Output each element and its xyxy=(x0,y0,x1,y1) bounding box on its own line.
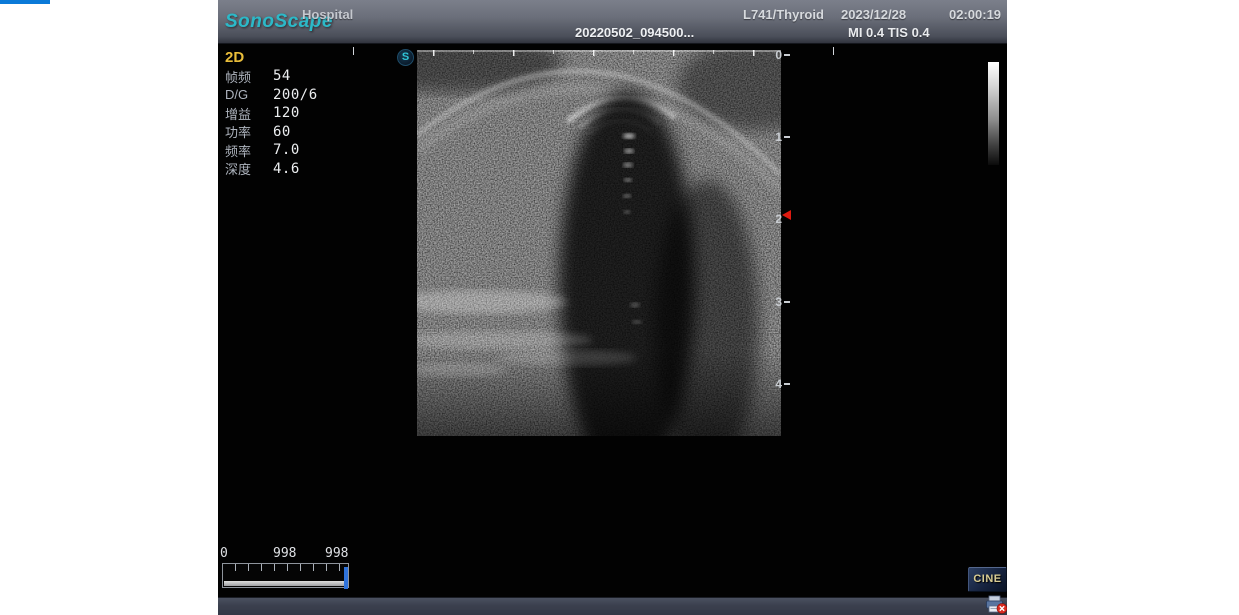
cine-progress-bar[interactable] xyxy=(224,581,345,586)
depth-label: 0 xyxy=(764,48,782,62)
system-time: 02:00:19 xyxy=(949,7,1001,22)
depth-label: 3 xyxy=(764,295,782,309)
param-value: 7.0 xyxy=(273,142,300,158)
param-row-frequency: 频率 7.0 xyxy=(225,141,335,160)
grayscale-bar xyxy=(988,62,999,165)
param-value: 120 xyxy=(273,105,300,121)
hospital-name: Hospital xyxy=(302,7,353,22)
ultrasound-screen: SonoScape Hospital 20220502_094500... L7… xyxy=(218,0,1007,615)
param-value: 54 xyxy=(273,68,291,84)
param-row-gain: 增益 120 xyxy=(225,104,335,123)
exam-id: 20220502_094500... xyxy=(575,25,694,40)
cine-total-label: 998 xyxy=(325,546,348,561)
depth-tick xyxy=(784,54,790,56)
depth-tick xyxy=(784,301,790,303)
cine-ruler-ticks xyxy=(223,564,348,571)
param-label: 频率 xyxy=(225,141,273,160)
acoustic-indices: MI 0.4 TIS 0.4 xyxy=(848,25,930,40)
depth-tick xyxy=(784,136,790,138)
depth-label: 4 xyxy=(764,377,782,391)
param-row-framerate: 帧频 54 xyxy=(225,67,335,86)
system-date: 2023/12/28 xyxy=(841,7,906,22)
probe-preset: L741/Thyroid xyxy=(743,7,824,22)
param-label: D/G xyxy=(225,87,273,102)
right-boundary-tick xyxy=(833,47,834,55)
printer-error-icon xyxy=(984,594,1007,614)
cine-position-marker[interactable] xyxy=(344,567,348,589)
mode-label: 2D xyxy=(225,49,244,66)
left-boundary-tick xyxy=(353,47,354,55)
depth-tick xyxy=(784,383,790,385)
cine-start-label: 0 xyxy=(220,546,228,561)
param-label: 增益 xyxy=(225,104,273,123)
focus-marker-icon xyxy=(782,210,791,220)
top-bar: SonoScape Hospital 20220502_094500... L7… xyxy=(218,0,1007,44)
bottom-status-bar xyxy=(218,597,1007,615)
param-label: 帧频 xyxy=(225,67,273,86)
parameter-panel: 帧频 54 D/G 200/6 增益 120 功率 60 频率 7.0 深度 4… xyxy=(225,67,335,178)
param-label: 深度 xyxy=(225,159,273,178)
depth-label: 2 xyxy=(764,212,782,226)
stray-progress-bar xyxy=(0,0,50,4)
cine-button[interactable]: CINE xyxy=(968,567,1007,592)
cine-current-label: 998 xyxy=(273,546,296,561)
probe-orientation-icon: S xyxy=(397,49,414,66)
depth-label: 1 xyxy=(764,130,782,144)
param-value: 200/6 xyxy=(273,87,318,103)
ultrasound-render xyxy=(417,50,781,436)
param-label: 功率 xyxy=(225,122,273,141)
ultrasound-image xyxy=(417,50,781,436)
param-value: 4.6 xyxy=(273,161,300,177)
param-row-dg: D/G 200/6 xyxy=(225,86,335,105)
param-row-power: 功率 60 xyxy=(225,123,335,142)
param-value: 60 xyxy=(273,124,291,140)
param-row-depth: 深度 4.6 xyxy=(225,160,335,179)
